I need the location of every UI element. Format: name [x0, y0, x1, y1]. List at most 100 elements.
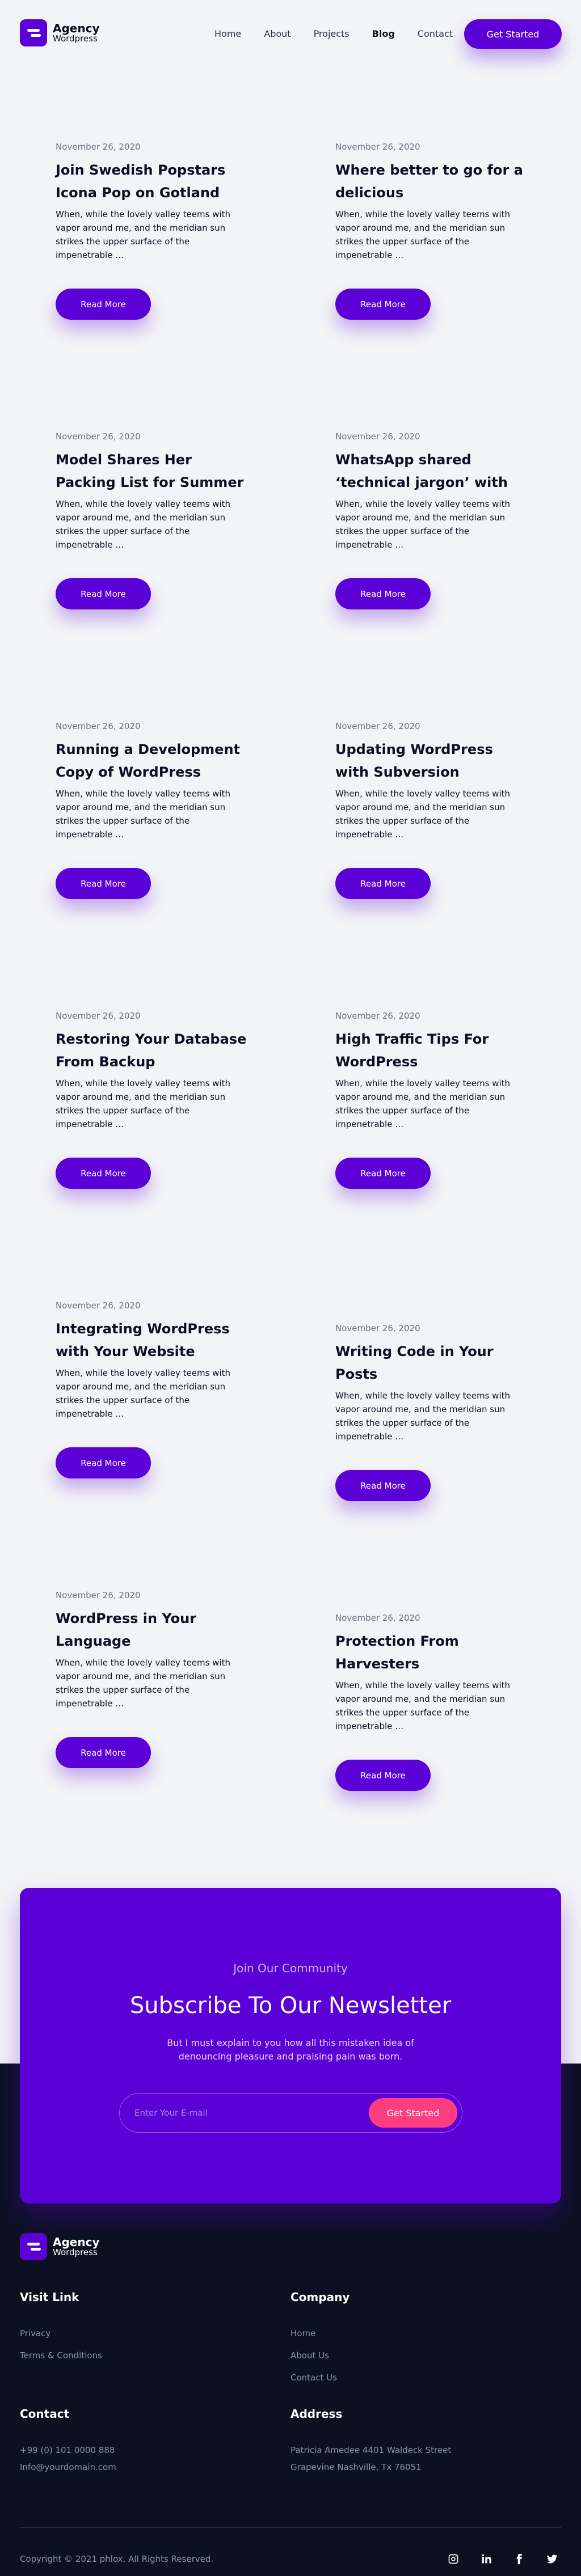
footer-divider — [20, 2527, 561, 2528]
post-card: November 26, 2020 Join Swedish Popstars … — [56, 142, 249, 320]
post-card: November 26, 2020 Writing Code in Your P… — [335, 1323, 528, 1501]
post-card: November 26, 2020 Where better to go for… — [335, 142, 528, 320]
social-links — [445, 2551, 577, 2567]
footer-link-about[interactable]: About Us — [290, 2350, 350, 2361]
post-title[interactable]: Restoring Your Database From Backup — [56, 1028, 249, 1073]
read-more-button[interactable]: Read More — [335, 1158, 431, 1189]
footer-logo[interactable]: Agency Wordpress — [20, 2233, 100, 2260]
newsletter-kicker: Join Our Community — [233, 1961, 348, 1975]
linkedin-icon[interactable] — [478, 2551, 494, 2567]
footer-heading: Address — [290, 2407, 343, 2421]
post-excerpt: When, while the lovely valley teems with… — [335, 789, 510, 840]
post-card: November 26, 2020 Updating WordPress wit… — [335, 721, 528, 899]
post-title[interactable]: High Traffic Tips For WordPress — [335, 1028, 528, 1073]
newsletter-submit-button[interactable]: Get Started — [369, 2098, 457, 2128]
read-more-button[interactable]: Read More — [56, 1158, 151, 1189]
nav-home[interactable]: Home — [214, 28, 241, 39]
post-date: November 26, 2020 — [56, 1300, 141, 1311]
read-more-button[interactable]: Read More — [56, 868, 151, 899]
footer-address: Address Patricia Amedee 4401 Waldeck Str… — [290, 2407, 451, 2478]
footer-heading: Contact — [20, 2407, 70, 2421]
post-excerpt: When, while the lovely valley teems with… — [335, 1391, 510, 1442]
post-excerpt: When, while the lovely valley teems with… — [56, 209, 230, 260]
read-more-button[interactable]: Read More — [56, 578, 151, 609]
read-more-button[interactable]: Read More — [335, 1470, 431, 1501]
newsletter-and-footer: Join Our Community Subscribe To Our News… — [0, 1888, 581, 2576]
post-card: November 26, 2020 High Traffic Tips For … — [335, 1011, 528, 1189]
post-title[interactable]: WordPress in Your Language — [56, 1607, 249, 1653]
post-excerpt: When, while the lovely valley teems with… — [56, 1368, 230, 1419]
nav-contact[interactable]: Contact — [418, 28, 453, 39]
post-excerpt: When, while the lovely valley teems with… — [56, 789, 230, 840]
facebook-icon[interactable] — [511, 2551, 527, 2567]
post-date: November 26, 2020 — [56, 431, 141, 442]
post-excerpt: When, while the lovely valley teems with… — [56, 499, 230, 550]
post-title[interactable]: Running a Development Copy of WordPress — [56, 738, 249, 783]
footer-link-terms[interactable]: Terms & Conditions — [20, 2350, 102, 2361]
post-card: November 26, 2020 WhatsApp shared ‘techn… — [335, 431, 528, 609]
read-more-button[interactable]: Read More — [56, 289, 151, 320]
post-excerpt: When, while the lovely valley teems with… — [335, 209, 510, 260]
post-date: November 26, 2020 — [56, 1590, 141, 1600]
address-line-1: Patricia Amedee 4401 Waldeck Street — [290, 2445, 452, 2455]
newsletter-panel: Join Our Community Subscribe To Our News… — [20, 1888, 561, 2204]
post-title[interactable]: Integrating WordPress with Your Website — [56, 1317, 249, 1363]
twitter-icon[interactable] — [544, 2551, 560, 2567]
footer-link-contact[interactable]: Contact Us — [290, 2372, 350, 2383]
post-title[interactable]: Where better to go for a delicious — [335, 159, 528, 204]
post-title[interactable]: Writing Code in Your Posts — [335, 1340, 528, 1386]
read-more-button[interactable]: Read More — [56, 1447, 151, 1478]
instagram-icon[interactable] — [445, 2551, 461, 2567]
newsletter-form: Get Started — [119, 2093, 462, 2133]
post-date: November 26, 2020 — [56, 142, 141, 152]
footer-visit-links: Visit Link Privacy Terms & Conditions — [20, 2290, 102, 2372]
nav-about[interactable]: About — [264, 28, 290, 39]
brand-tagline: Wordpress — [53, 33, 98, 44]
read-more-button[interactable]: Read More — [335, 578, 431, 609]
blog-post-grid: November 26, 2020 Join Swedish Popstars … — [0, 67, 581, 1888]
post-excerpt: When, while the lovely valley teems with… — [335, 1078, 510, 1129]
newsletter-title: Subscribe To Our Newsletter — [129, 1993, 452, 2019]
footer-link-privacy[interactable]: Privacy — [20, 2328, 102, 2339]
address-line-2: Grapevine Nashville, Tx 76051 — [290, 2462, 422, 2472]
site-logo[interactable]: Agency Wordpress — [20, 19, 100, 46]
post-date: November 26, 2020 — [335, 1613, 420, 1623]
footer-heading: Visit Link — [20, 2290, 79, 2304]
read-more-button[interactable]: Read More — [335, 868, 431, 899]
read-more-button[interactable]: Read More — [335, 289, 431, 320]
post-excerpt: When, while the lovely valley teems with… — [335, 1680, 510, 1731]
contact-phone[interactable]: +99 (0) 101 0000 888 — [20, 2444, 116, 2456]
nav-projects[interactable]: Projects — [314, 28, 350, 39]
post-card: November 26, 2020 Running a Development … — [56, 721, 249, 899]
post-date: November 26, 2020 — [335, 1011, 420, 1021]
post-card: November 26, 2020 Integrating WordPress … — [56, 1300, 249, 1478]
post-excerpt: When, while the lovely valley teems with… — [335, 499, 510, 550]
get-started-button[interactable]: Get Started — [464, 19, 562, 49]
post-title[interactable]: Join Swedish Popstars Icona Pop on Gotla… — [56, 159, 249, 204]
post-title[interactable]: Protection From Harvesters — [335, 1630, 528, 1675]
footer-contact: Contact +99 (0) 101 0000 888 Info@yourdo… — [20, 2407, 116, 2478]
nav-blog[interactable]: Blog — [372, 28, 395, 39]
read-more-button[interactable]: Read More — [335, 1760, 431, 1791]
logo-mark-icon — [20, 19, 47, 46]
post-title[interactable]: WhatsApp shared ‘technical jargon’ with — [335, 448, 528, 494]
email-field[interactable] — [134, 2108, 350, 2118]
post-excerpt: When, while the lovely valley teems with… — [56, 1658, 230, 1709]
footer-company-links: Company Home About Us Contact Us — [290, 2290, 350, 2394]
main-nav: Home About Projects Blog Contact — [214, 28, 475, 39]
read-more-button[interactable]: Read More — [56, 1737, 151, 1768]
contact-email[interactable]: Info@yourdomain.com — [20, 2461, 116, 2473]
post-card: November 26, 2020 Protection From Harves… — [335, 1613, 528, 1791]
logo-mark-icon — [20, 2233, 47, 2260]
footer-link-home[interactable]: Home — [290, 2328, 350, 2339]
copyright-text: Copyright © 2021 phlox. All Rights Reser… — [20, 2554, 214, 2564]
post-date: November 26, 2020 — [335, 1323, 420, 1333]
post-excerpt: When, while the lovely valley teems with… — [56, 1078, 230, 1129]
post-title[interactable]: Model Shares Her Packing List for Summer — [56, 448, 249, 494]
post-title[interactable]: Updating WordPress with Subversion — [335, 738, 528, 783]
brand-name: Agency — [53, 2235, 100, 2249]
post-card: November 26, 2020 Restoring Your Databas… — [56, 1011, 249, 1189]
post-card: November 26, 2020 WordPress in Your Lang… — [56, 1590, 249, 1768]
post-card: November 26, 2020 Model Shares Her Packi… — [56, 431, 249, 609]
footer-heading: Company — [290, 2290, 350, 2304]
